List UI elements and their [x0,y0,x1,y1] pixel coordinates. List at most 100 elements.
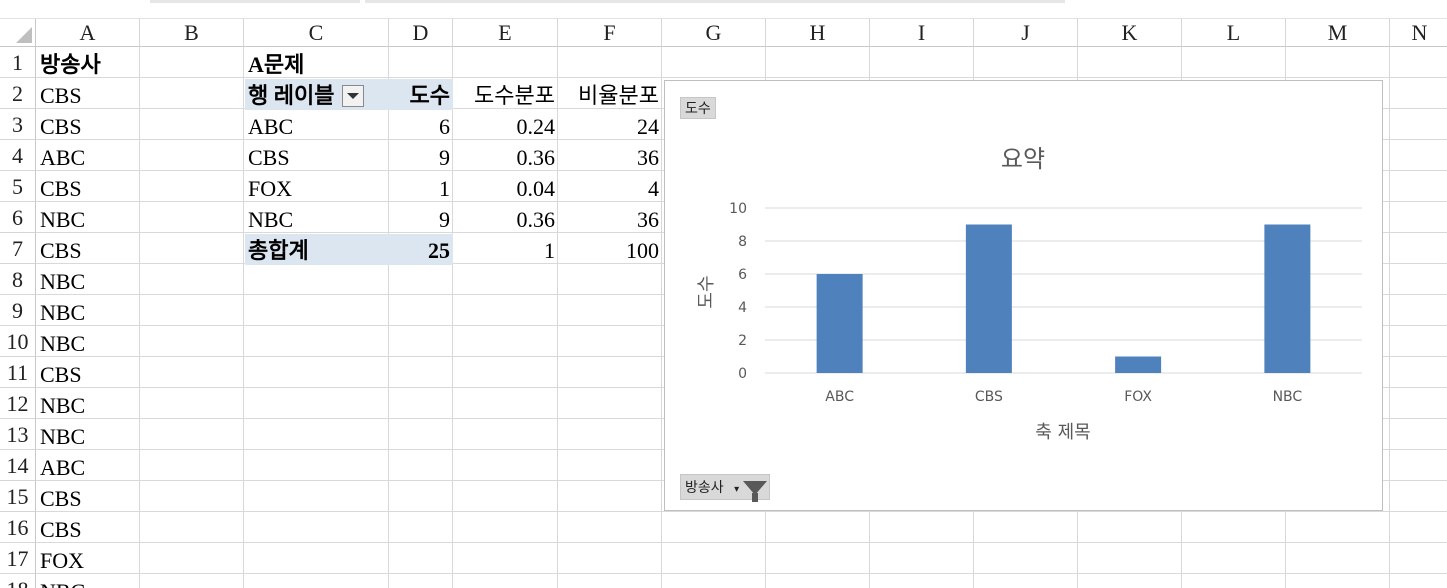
spreadsheet: ABCDEFGHIJKLMN 1 2 3 4 5 6 7 8 9 10 11 12 13 14 15 16 17… [0,0,1447,588]
cell-a14[interactable]: ABC [40,452,85,482]
column-header-k[interactable]: K [1078,19,1182,47]
row-header-11[interactable]: 11 [0,357,36,388]
cell-a1[interactable]: 방송사 [40,49,101,79]
cell-a17[interactable]: FOX [40,545,84,575]
y-axis-ticks: 0 2 4 6 8 10 [729,201,747,382]
pivot-row-count[interactable]: 1 [390,173,450,203]
column-header-a[interactable]: A [36,19,140,47]
y-tick-label: 2 [738,333,747,349]
row-header-9[interactable]: 9 [0,295,36,326]
chart-title[interactable]: 요약 [1001,145,1045,173]
pivot-total-label[interactable]: 총합계 [248,235,309,265]
chart-bars [816,224,1311,374]
bar-fox[interactable] [1115,356,1162,374]
cell-a2[interactable]: CBS [40,80,82,110]
ratio-header[interactable]: 비율분포 [559,80,659,110]
axis-field-label: 방송사 [685,480,724,496]
bar-nbc[interactable] [1264,224,1311,374]
pivot-row-dist[interactable]: 0.36 [454,142,556,172]
cell-a18[interactable]: NBC [40,576,85,588]
filter-funnel-icon [743,481,768,502]
row-header-17[interactable]: 17 [0,543,36,574]
cell-a11[interactable]: CBS [40,359,82,389]
cell-a15[interactable]: CBS [40,483,82,513]
cell-a6[interactable]: NBC [40,204,85,234]
column-header-d[interactable]: D [389,19,453,47]
row-header-8[interactable]: 8 [0,264,36,295]
pivot-row-label[interactable]: FOX [248,173,292,203]
column-header-h[interactable]: H [766,19,870,47]
cell-a16[interactable]: CBS [40,514,82,544]
pivot-row-ratio[interactable]: 36 [559,142,659,172]
x-axis-title[interactable]: 축 제목 [1035,422,1090,443]
column-header-m[interactable]: M [1286,19,1390,47]
column-header-i[interactable]: I [870,19,974,47]
pivot-row-ratio[interactable]: 24 [559,111,659,141]
column-header-f[interactable]: F [558,19,662,47]
pivot-count-header[interactable]: 도수 [390,80,450,110]
bar-cbs[interactable] [965,224,1012,374]
cell-a13[interactable]: NBC [40,421,85,451]
cell-a10[interactable]: NBC [40,328,85,358]
ribbon-edge [0,0,1447,19]
pivot-chart[interactable]: 도수 요약 0 2 4 6 8 10 ABC CBS FOX NBC 도수 축 제목 방송사 ▾ [664,80,1383,511]
row-header-10[interactable]: 10 [0,326,36,357]
pivot-row-label[interactable]: ABC [248,111,293,141]
column-header-j[interactable]: J [974,19,1078,47]
row-header-4[interactable]: 4 [0,140,36,171]
column-header-b[interactable]: B [140,19,244,47]
pivot-row-ratio[interactable]: 36 [559,204,659,234]
row-header-7[interactable]: 7 [0,233,36,264]
bar-abc[interactable] [816,274,863,373]
dist-header[interactable]: 도수분포 [454,80,555,110]
row-header-12[interactable]: 12 [0,388,36,419]
pivot-row-label-text: 행 레이블 [248,83,335,108]
cell-a4[interactable]: ABC [40,142,85,172]
column-header-c[interactable]: C [244,19,389,47]
dropdown-arrow-icon: ▾ [734,484,740,495]
row-header-2[interactable]: 2 [0,78,36,109]
cell-a3[interactable]: CBS [40,111,82,141]
total-dist[interactable]: 1 [454,235,555,265]
y-tick-label: 0 [738,366,747,382]
filter-dropdown-icon[interactable] [342,84,365,107]
pivot-row-ratio[interactable]: 4 [559,173,659,203]
pivot-row-label[interactable]: CBS [248,142,290,172]
cell-a8[interactable]: NBC [40,266,85,296]
row-header-18[interactable]: 18 [0,574,36,588]
row-header-14[interactable]: 14 [0,450,36,481]
y-axis-title[interactable]: 도수 [696,275,717,308]
row-header-16[interactable]: 16 [0,512,36,543]
cell-a12[interactable]: NBC [40,390,85,420]
row-header-15[interactable]: 15 [0,481,36,512]
cell-a5[interactable]: CBS [40,173,82,203]
pivot-row-label-header[interactable]: 행 레이블 [248,80,365,110]
cell-a7[interactable]: CBS [40,235,82,265]
row-header-6[interactable]: 6 [0,202,36,233]
cell-a9[interactable]: NBC [40,297,85,327]
pivot-row-dist[interactable]: 0.36 [454,204,556,234]
row-header-5[interactable]: 5 [0,171,36,202]
pivot-row-label[interactable]: NBC [248,204,293,234]
pivot-row-count[interactable]: 9 [390,204,450,234]
pivot-total-count[interactable]: 25 [390,235,450,265]
pivot-row-count[interactable]: 6 [390,111,450,141]
column-header-n[interactable]: N [1390,19,1447,47]
chart-plot: 요약 0 2 4 6 8 10 ABC CBS FOX NBC 도수 축 제목 [696,145,1362,443]
pivot-row-dist[interactable]: 0.04 [454,173,556,203]
row-header-13[interactable]: 13 [0,419,36,450]
select-all-button[interactable] [0,19,36,47]
value-field-button[interactable]: 도수 [680,97,716,119]
y-tick-label: 4 [738,300,747,316]
column-header-e[interactable]: E [453,19,558,47]
axis-field-button[interactable]: 방송사 ▾ [680,474,771,502]
row-header-3[interactable]: 3 [0,109,36,140]
pivot-row-count[interactable]: 9 [390,142,450,172]
column-header-l[interactable]: L [1182,19,1286,47]
y-tick-label: 10 [729,201,747,217]
row-header-1[interactable]: 1 [0,47,36,78]
pivot-row-dist[interactable]: 0.24 [454,111,556,141]
total-ratio[interactable]: 100 [559,235,659,265]
pivot-title[interactable]: A문제 [248,49,304,79]
column-header-g[interactable]: G [662,19,766,47]
